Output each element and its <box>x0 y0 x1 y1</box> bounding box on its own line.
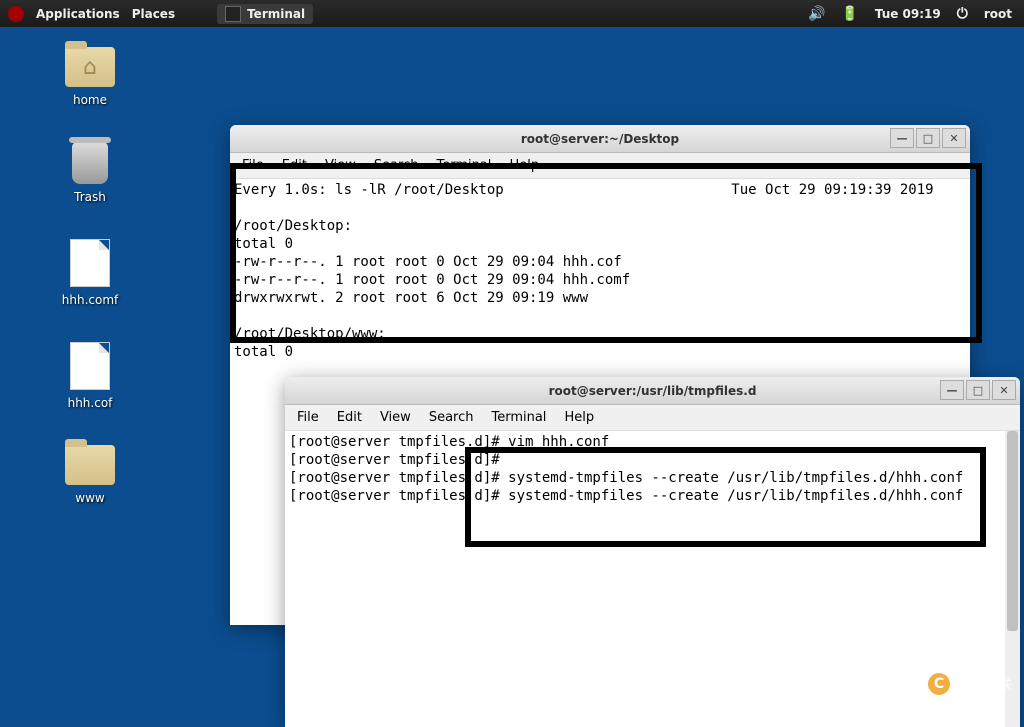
desktop[interactable]: home Trash hhh.comf hhh.cof www root@ser… <box>0 27 1024 707</box>
desktop-icon-hhh-cof[interactable]: hhh.cof <box>50 342 130 410</box>
desktop-icon-home[interactable]: home <box>50 47 130 107</box>
places-menu[interactable]: Places <box>132 7 175 21</box>
folder-icon <box>65 445 115 485</box>
menu-help[interactable]: Help <box>509 158 539 173</box>
menu-edit[interactable]: Edit <box>282 158 307 173</box>
titlebar[interactable]: root@server:/usr/lib/tmpfiles.d — □ ✕ <box>285 377 1020 405</box>
menu-terminal[interactable]: Terminal <box>491 410 546 425</box>
terminal-window-tmpfiles[interactable]: root@server:/usr/lib/tmpfiles.d — □ ✕ Fi… <box>285 377 1020 727</box>
watermark: C 创新互联 <box>928 673 1012 695</box>
trash-icon <box>72 142 108 184</box>
menu-search[interactable]: Search <box>429 410 474 425</box>
battery-icon[interactable]: 🔋 <box>841 6 858 22</box>
menu-terminal[interactable]: Terminal <box>436 158 491 173</box>
clock[interactable]: Tue 09:19 <box>875 7 941 21</box>
menu-help[interactable]: Help <box>564 410 594 425</box>
menubar: File Edit View Search Terminal Help <box>285 405 1020 431</box>
icon-label: Trash <box>50 190 130 204</box>
user-menu[interactable]: root <box>984 7 1012 21</box>
terminal-output[interactable]: Every 1.0s: ls -lR /root/Desktop Tue Oct… <box>230 179 970 363</box>
menu-search[interactable]: Search <box>374 158 419 173</box>
icon-label: hhh.cof <box>50 396 130 410</box>
top-panel: Applications Places Terminal 🔊 🔋 Tue 09:… <box>0 0 1024 27</box>
maximize-button[interactable]: □ <box>966 380 990 400</box>
home-folder-icon <box>65 47 115 87</box>
distro-logo-icon <box>8 6 24 22</box>
menu-file[interactable]: File <box>297 410 319 425</box>
scrollbar-thumb[interactable] <box>1007 431 1018 631</box>
window-title: root@server:~/Desktop <box>521 132 679 146</box>
terminal-output[interactable]: [root@server tmpfiles.d]# vim hhh.conf [… <box>285 431 1020 507</box>
menu-view[interactable]: View <box>380 410 411 425</box>
menu-file[interactable]: File <box>242 158 264 173</box>
close-button[interactable]: ✕ <box>942 128 966 148</box>
file-icon <box>70 239 110 287</box>
titlebar[interactable]: root@server:~/Desktop — □ ✕ <box>230 125 970 153</box>
file-icon <box>70 342 110 390</box>
watermark-text: 创新互联 <box>956 674 1012 694</box>
maximize-button[interactable]: □ <box>916 128 940 148</box>
icon-label: www <box>50 491 130 505</box>
desktop-icon-hhh-comf[interactable]: hhh.comf <box>50 239 130 307</box>
desktop-icon-trash[interactable]: Trash <box>50 142 130 204</box>
applications-menu[interactable]: Applications <box>36 7 120 21</box>
menu-edit[interactable]: Edit <box>337 410 362 425</box>
desktop-icons: home Trash hhh.comf hhh.cof www <box>50 47 130 505</box>
menubar: File Edit View Search Terminal Help <box>230 153 970 179</box>
watermark-logo-icon: C <box>928 673 950 695</box>
desktop-icon-www[interactable]: www <box>50 445 130 505</box>
taskbar-terminal[interactable]: Terminal <box>217 4 313 24</box>
icon-label: hhh.comf <box>50 293 130 307</box>
minimize-button[interactable]: — <box>940 380 964 400</box>
power-icon[interactable]: ⏻ <box>957 6 968 22</box>
menu-view[interactable]: View <box>325 158 356 173</box>
minimize-button[interactable]: — <box>890 128 914 148</box>
taskbar-label: Terminal <box>247 7 305 21</box>
icon-label: home <box>50 93 130 107</box>
close-button[interactable]: ✕ <box>992 380 1016 400</box>
window-title: root@server:/usr/lib/tmpfiles.d <box>549 384 757 398</box>
volume-icon[interactable]: 🔊 <box>808 6 825 22</box>
terminal-icon <box>225 6 241 22</box>
